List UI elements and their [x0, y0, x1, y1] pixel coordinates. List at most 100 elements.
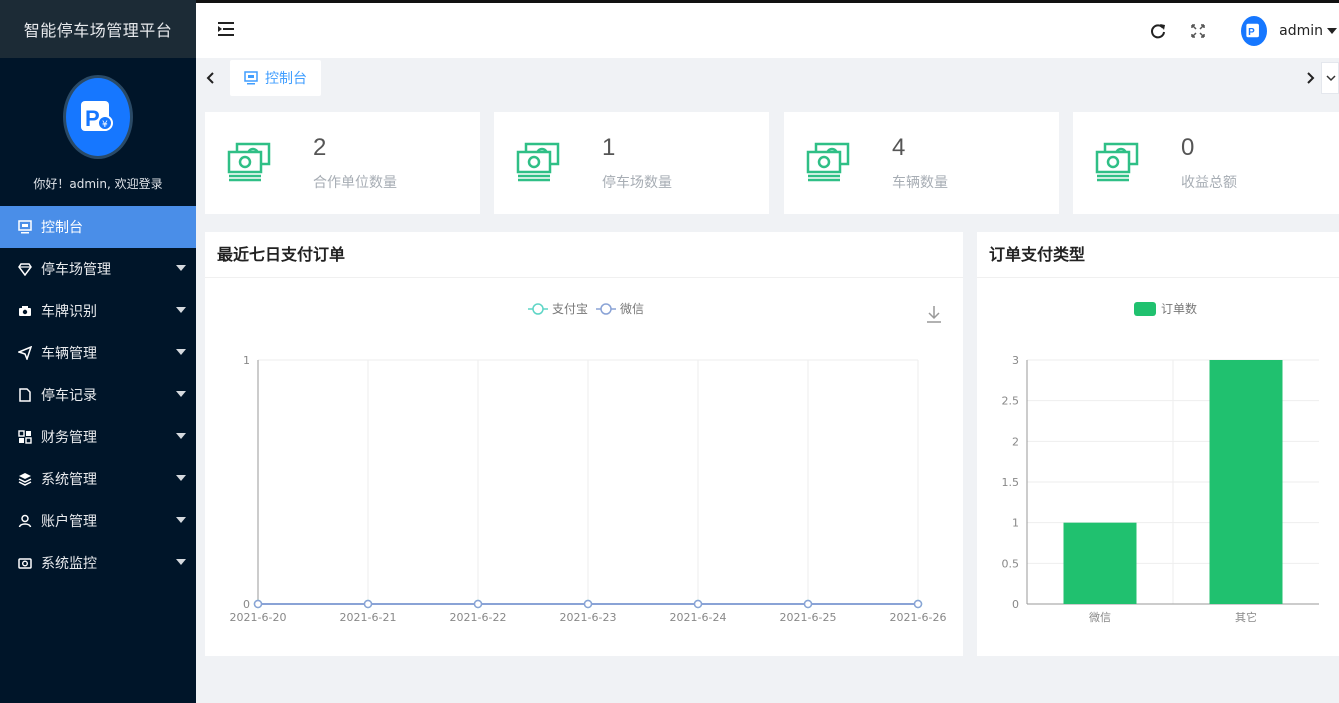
sidebar-item-0[interactable]: 控制台 — [0, 206, 196, 248]
y-tick-label: 3 — [1012, 354, 1019, 367]
camera-alt-icon — [18, 558, 32, 569]
diamond-icon — [18, 263, 32, 276]
sidebar-item-6[interactable]: 系统管理 — [0, 458, 196, 500]
fullscreen-icon[interactable] — [1189, 22, 1207, 40]
sidebar-item-5[interactable]: 财务管理 — [0, 416, 196, 458]
y-tick-label: 1 — [243, 354, 250, 367]
legend-item[interactable]: 支付宝 — [528, 302, 588, 316]
x-tick-label: 2021-6-26 — [890, 611, 947, 624]
caret-down-icon — [176, 517, 186, 523]
layers-icon — [18, 473, 32, 486]
tabs-more-button[interactable] — [1321, 62, 1339, 94]
stat-label: 收益总额 — [1181, 175, 1237, 191]
camera-icon — [19, 306, 31, 316]
y-tick-label: 2 — [1012, 435, 1019, 448]
caret-down-icon — [176, 265, 186, 271]
x-tick-label: 2021-6-20 — [230, 611, 287, 624]
svg-text:¥: ¥ — [102, 120, 108, 130]
welcome-text: 你好！admin, 欢迎登录 — [33, 177, 163, 191]
y-tick-label: 0.5 — [1002, 557, 1020, 570]
legend-label: 支付宝 — [552, 302, 588, 316]
user-profile: P ¥ 你好！admin, 欢迎登录 — [0, 58, 196, 206]
caret-down-icon — [176, 307, 186, 313]
x-tick-label: 2021-6-24 — [670, 611, 727, 624]
legend-label: 微信 — [620, 302, 644, 316]
sidebar-item-label: 系统管理 — [41, 472, 97, 488]
money-icon — [516, 142, 560, 182]
stat-label: 合作单位数量 — [313, 175, 397, 191]
data-point[interactable] — [363, 599, 373, 609]
x-tick-label: 2021-6-23 — [560, 611, 617, 624]
caret-down-icon — [176, 559, 186, 565]
app-title: 智能停车场管理平台 — [0, 0, 196, 58]
svg-text:P: P — [85, 106, 100, 131]
stat-value: 1 — [602, 134, 616, 161]
tabs-scroll-left-icon[interactable] — [204, 70, 218, 86]
refresh-icon[interactable] — [1149, 22, 1167, 40]
download-icon[interactable] — [927, 306, 941, 323]
x-tick-label: 2021-6-22 — [450, 611, 507, 624]
sidebar-item-label: 车牌识别 — [41, 304, 97, 320]
money-icon — [806, 142, 850, 182]
x-tick-label: 微信 — [1089, 610, 1111, 624]
data-point[interactable] — [583, 599, 593, 609]
tabs-scroll-right-icon[interactable] — [1303, 70, 1317, 86]
bar[interactable] — [1063, 522, 1137, 604]
tab-label: 控制台 — [265, 71, 307, 87]
stat-label: 车辆数量 — [892, 175, 948, 191]
legend-label: 订单数 — [1161, 301, 1197, 316]
chevron-down-icon[interactable] — [1327, 27, 1337, 34]
document-icon — [19, 388, 31, 402]
x-tick-label: 其它 — [1235, 610, 1257, 624]
y-tick-label: 2.5 — [1002, 395, 1020, 408]
sidebar: 智能停车场管理平台 P ¥ 你好！admin, 欢迎登录 控制台停车场管理车牌识… — [0, 0, 196, 703]
stat-card: 4 车辆数量 — [784, 112, 1059, 214]
sidebar-item-2[interactable]: 车牌识别 — [0, 290, 196, 332]
sidebar-item-label: 财务管理 — [41, 430, 97, 446]
tabs-bar: 控制台 — [196, 58, 1339, 100]
stat-label: 停车场数量 — [602, 175, 672, 191]
stat-value: 4 — [892, 134, 906, 161]
sidebar-item-label: 账户管理 — [41, 514, 97, 530]
caret-down-icon — [176, 349, 186, 355]
parking-logo-icon: P — [1246, 23, 1260, 38]
sidebar-item-8[interactable]: 系统监控 — [0, 542, 196, 584]
avatar[interactable]: P ¥ — [63, 75, 133, 159]
sidebar-item-1[interactable]: 停车场管理 — [0, 248, 196, 290]
tab-dashboard[interactable]: 控制台 — [230, 60, 321, 96]
x-tick-label: 2021-6-21 — [340, 611, 397, 624]
top-header: P admin — [196, 0, 1339, 58]
user-avatar[interactable]: P — [1241, 15, 1268, 46]
legend-item[interactable]: 微信 — [596, 302, 644, 316]
legend-item[interactable]: 订单数 — [1134, 301, 1197, 316]
sidebar-item-3[interactable]: 车辆管理 — [0, 332, 196, 374]
send-icon — [18, 346, 32, 360]
stat-card: 0 收益总额 — [1073, 112, 1339, 214]
svg-text:P: P — [1248, 27, 1255, 38]
user-icon — [18, 514, 32, 528]
sidebar-item-4[interactable]: 停车记录 — [0, 374, 196, 416]
bar[interactable] — [1209, 360, 1283, 604]
data-point[interactable] — [253, 599, 263, 609]
sidebar-item-label: 系统监控 — [41, 556, 97, 572]
money-icon — [1095, 142, 1139, 182]
y-tick-label: 0 — [243, 598, 250, 611]
money-icon — [227, 142, 271, 182]
payment-type-panel: 订单支付类型 订单数 0 0.5 1 1.5 2 2.5 3 微信 其它 — [977, 232, 1339, 656]
y-tick-label: 0 — [1012, 598, 1019, 611]
sidebar-item-label: 停车记录 — [41, 388, 97, 404]
sidebar-item-label: 停车场管理 — [41, 262, 111, 278]
stat-card: 2 合作单位数量 — [205, 112, 480, 214]
chevron-down-icon — [1326, 75, 1336, 82]
y-tick-label: 1 — [1012, 517, 1019, 530]
stat-value: 2 — [313, 134, 327, 161]
collapse-menu-icon[interactable] — [218, 20, 236, 38]
data-point[interactable] — [803, 599, 813, 609]
data-point[interactable] — [693, 599, 703, 609]
monitor-icon — [18, 220, 32, 234]
data-point[interactable] — [913, 599, 923, 609]
y-tick-label: 1.5 — [1002, 476, 1020, 489]
data-point[interactable] — [473, 599, 483, 609]
sidebar-item-7[interactable]: 账户管理 — [0, 500, 196, 542]
username[interactable]: admin — [1279, 23, 1323, 39]
